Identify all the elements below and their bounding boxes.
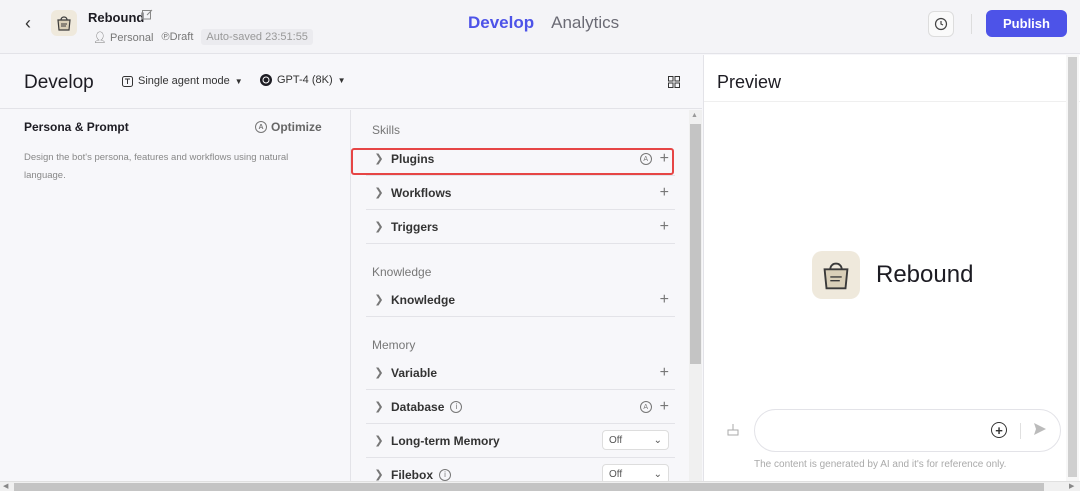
scroll-left-icon[interactable]: ◀ [3, 482, 8, 490]
skill-row-plugins[interactable]: ❯ Plugins A + [366, 142, 675, 176]
chevron-right-icon: ❯ [374, 469, 384, 481]
chat-input[interactable]: + [754, 409, 1061, 452]
horizontal-scrollbar[interactable]: ◀ ▶ [0, 481, 1080, 491]
preview-title: Preview [717, 72, 782, 92]
add-icon[interactable]: + [660, 398, 669, 416]
add-icon[interactable]: + [660, 291, 669, 309]
top-bar: ‹ Rebound 👤︎ Personal ℗Draft Auto-saved … [0, 0, 1080, 54]
bot-meta: 👤︎ Personal ℗Draft Auto-saved 23:51:55 [93, 29, 313, 45]
persona-panel: Persona & Prompt A Optimize Design the b… [0, 110, 351, 481]
back-arrow-icon[interactable]: ‹ [18, 13, 38, 33]
skills-scrollbar[interactable]: ▲ [689, 110, 702, 481]
send-icon[interactable] [1032, 421, 1050, 439]
scroll-thumb[interactable] [14, 483, 1044, 491]
caret-down-icon: ▼ [337, 75, 346, 85]
preview-panel: Preview Rebound + The content is generat… [703, 55, 1080, 481]
layout-grid-icon[interactable] [668, 75, 682, 89]
model-select[interactable]: GPT-4 (8K) ▼ [260, 74, 346, 86]
user-icon: 👤︎ [93, 31, 107, 44]
section-skills: Skills [372, 123, 401, 137]
add-icon[interactable]: + [660, 150, 669, 168]
draft-icon: ℗ [161, 31, 170, 43]
info-icon[interactable]: i [439, 468, 452, 481]
chevron-right-icon: ❯ [374, 294, 384, 306]
caret-down-icon: ▼ [234, 76, 243, 86]
preview-scrollbar[interactable] [1066, 55, 1079, 481]
preview-header: Preview [704, 55, 1080, 102]
edit-icon[interactable] [142, 9, 154, 21]
autosave-label: Auto-saved 23:51:55 [201, 29, 313, 45]
skill-row-workflows[interactable]: ❯ Workflows + [366, 176, 675, 210]
chevron-down-icon: ⌄ [653, 434, 662, 446]
add-icon[interactable]: + [660, 364, 669, 382]
develop-title: Develop [24, 72, 94, 93]
history-button[interactable] [928, 11, 954, 37]
publish-button[interactable]: Publish [986, 10, 1067, 37]
shopping-bag-icon [57, 16, 71, 31]
skills-panel: Skills ❯ Plugins A + ❯ Workflows + ❯ Tri… [352, 110, 689, 481]
persona-prompt-input[interactable]: Design the bot's persona, features and w… [24, 149, 324, 185]
develop-header: Develop Single agent mode ▼ GPT-4 (8K) ▼ [0, 55, 702, 109]
add-icon[interactable]: + [660, 218, 669, 236]
bot-avatar[interactable] [51, 10, 77, 36]
add-icon[interactable]: + [660, 184, 669, 202]
skill-row-filebox[interactable]: ❯ Filebox i Off ⌄ [366, 458, 675, 481]
long-term-memory-select[interactable]: Off ⌄ [602, 430, 669, 450]
scroll-thumb[interactable] [1068, 57, 1077, 477]
scroll-thumb[interactable] [690, 124, 701, 364]
chevron-right-icon: ❯ [374, 435, 384, 447]
ai-disclaimer: The content is generated by AI and it's … [754, 459, 1007, 470]
scroll-up-icon[interactable]: ▲ [691, 112, 698, 119]
scroll-right-icon[interactable]: ▶ [1069, 482, 1074, 490]
chevron-down-icon: ⌄ [653, 468, 662, 480]
chevron-right-icon: ❯ [374, 187, 384, 199]
chevron-right-icon: ❯ [374, 153, 384, 165]
section-memory: Memory [372, 338, 416, 352]
persona-title: Persona & Prompt [24, 120, 129, 134]
agent-mode-select[interactable]: Single agent mode ▼ [122, 75, 243, 87]
tab-analytics[interactable]: Analytics [551, 13, 619, 33]
nav-tabs: Develop Analytics [468, 13, 619, 33]
divider [1020, 423, 1021, 439]
chevron-right-icon: ❯ [374, 367, 384, 379]
divider [971, 14, 972, 34]
preview-bot-avatar [812, 251, 860, 299]
openai-icon [260, 74, 272, 86]
tab-develop[interactable]: Develop [468, 13, 534, 33]
clear-chat-icon[interactable] [726, 423, 742, 439]
optimize-button[interactable]: A Optimize [255, 120, 322, 134]
skill-row-variable[interactable]: ❯ Variable + [366, 356, 675, 390]
chevron-right-icon: ❯ [374, 401, 384, 413]
auto-icon[interactable]: A [639, 401, 652, 413]
skill-row-knowledge[interactable]: ❯ Knowledge + [366, 283, 675, 317]
auto-icon: A [255, 121, 267, 133]
add-attachment-icon[interactable]: + [991, 422, 1007, 438]
info-icon[interactable]: i [450, 400, 463, 413]
shopping-bag-icon [823, 262, 849, 290]
draft-label: ℗Draft [161, 31, 194, 43]
skill-row-triggers[interactable]: ❯ Triggers + [366, 210, 675, 244]
preview-bot-name: Rebound [876, 261, 974, 288]
mode-icon [122, 75, 133, 87]
filebox-select[interactable]: Off ⌄ [602, 464, 669, 481]
auto-icon[interactable]: A [639, 153, 652, 165]
owner-label: 👤︎ Personal [93, 31, 154, 44]
history-icon [934, 17, 948, 31]
skill-row-database[interactable]: ❯ Database i A + [366, 390, 675, 424]
bot-name: Rebound [88, 10, 145, 25]
section-knowledge: Knowledge [372, 265, 432, 279]
chevron-right-icon: ❯ [374, 221, 384, 233]
skill-row-long-term-memory[interactable]: ❯ Long-term Memory Off ⌄ [366, 424, 675, 458]
